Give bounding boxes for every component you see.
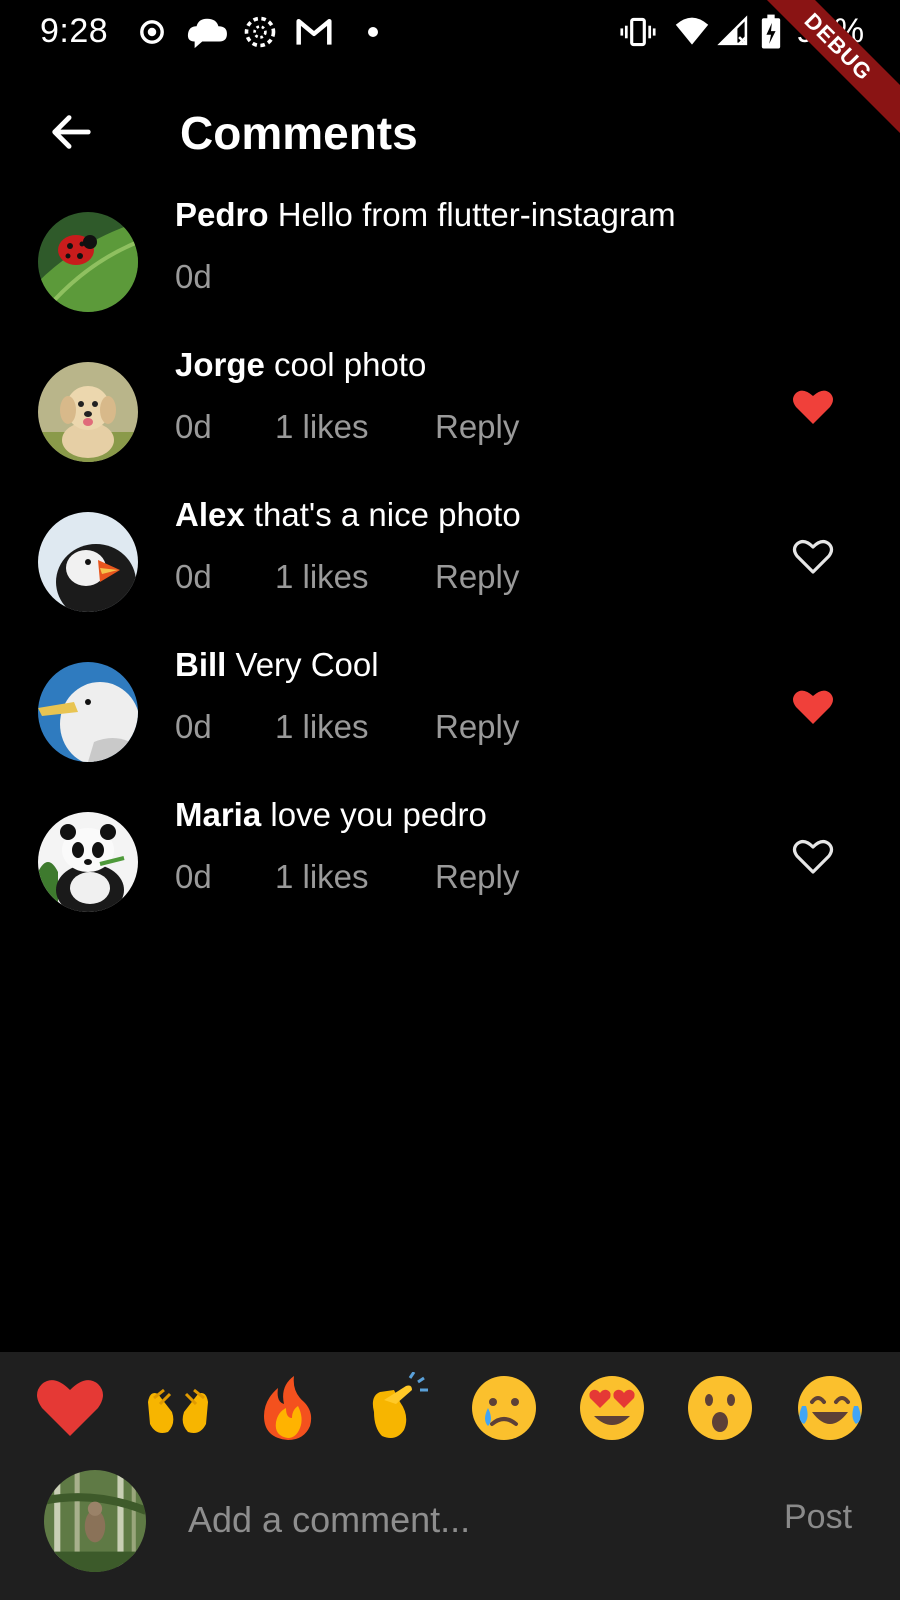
wifi-icon	[672, 12, 712, 52]
heart-emoji-button[interactable]	[32, 1370, 108, 1446]
comment-time: 0d	[175, 258, 212, 295]
crying-face-emoji-button[interactable]	[466, 1370, 542, 1446]
comment-time: 0d	[175, 408, 212, 445]
cloud-chat-icon	[184, 12, 230, 52]
comment-body: Hello from flutter-instagram	[268, 196, 676, 233]
comment-composer: Post	[0, 1470, 900, 1580]
notification-dot	[368, 27, 378, 37]
heart-eyes-emoji-button[interactable]	[574, 1370, 650, 1446]
comment-input[interactable]	[188, 1492, 748, 1548]
comment-time: 0d	[175, 708, 212, 745]
emoji-reaction-bar	[0, 1370, 900, 1446]
tears-of-joy-emoji-button[interactable]	[792, 1370, 868, 1446]
comment-likes[interactable]: 1 likes	[275, 558, 435, 596]
app-bar: Comments	[0, 90, 900, 174]
comment-likes[interactable]: 1 likes	[275, 708, 435, 746]
heart-outline-icon[interactable]	[792, 538, 834, 576]
avatar[interactable]	[38, 212, 138, 312]
comment-body: that's a nice photo	[244, 496, 521, 533]
vibrate-icon	[618, 12, 658, 52]
battery-charging-icon	[756, 12, 786, 52]
comment-list: Pedro Hello from flutter-instagram 0d Jo…	[0, 190, 900, 940]
current-user-avatar[interactable]	[44, 1470, 146, 1572]
post-button[interactable]: Post	[784, 1498, 852, 1537]
page-title: Comments	[180, 107, 418, 159]
comment-body: love you pedro	[261, 796, 487, 833]
avatar[interactable]	[38, 512, 138, 612]
avatar[interactable]	[38, 362, 138, 462]
comment-item: Pedro Hello from flutter-instagram 0d	[0, 190, 900, 340]
comment-body: cool photo	[264, 346, 427, 383]
reply-button[interactable]: Reply	[435, 858, 519, 896]
comment-item: Alex that's a nice photo 0d 1 likes Repl…	[0, 490, 900, 640]
back-button[interactable]	[36, 104, 106, 160]
reply-button[interactable]: Reply	[435, 408, 519, 446]
arrow-left-icon	[52, 115, 91, 149]
comment-composer-panel: Post	[0, 1352, 900, 1600]
comment-username[interactable]: Jorge	[175, 346, 265, 383]
comment-item: Bill Very Cool 0d 1 likes Reply	[0, 640, 900, 790]
comment-likes[interactable]: 1 likes	[275, 858, 435, 896]
surprised-face-emoji-button[interactable]	[682, 1370, 758, 1446]
dotted-circle-icon	[240, 12, 280, 52]
fire-emoji-button[interactable]	[250, 1370, 326, 1446]
status-bar: 9:28 91% DEBUG	[0, 0, 900, 137]
comment-username[interactable]: Bill	[175, 646, 226, 683]
comment-username[interactable]: Alex	[175, 496, 245, 533]
heart-filled-icon[interactable]	[792, 688, 834, 726]
gmail-icon	[292, 12, 336, 52]
reply-button[interactable]: Reply	[435, 708, 519, 746]
heart-filled-icon[interactable]	[792, 388, 834, 426]
comment-item: Jorge cool photo 0d 1 likes Reply	[0, 340, 900, 490]
status-time: 9:28	[40, 12, 109, 50]
comment-username[interactable]: Maria	[175, 796, 261, 833]
signal-icon	[714, 12, 754, 52]
comment-username[interactable]: Pedro	[175, 196, 269, 233]
reply-button[interactable]: Reply	[435, 558, 519, 596]
clapping-hands-emoji-button[interactable]	[358, 1370, 434, 1446]
raising-hands-emoji-button[interactable]	[140, 1370, 216, 1446]
avatar[interactable]	[38, 812, 138, 912]
comment-time: 0d	[175, 558, 212, 595]
comment-item: Maria love you pedro 0d 1 likes Reply	[0, 790, 900, 940]
heart-outline-icon[interactable]	[792, 838, 834, 876]
comment-likes[interactable]: 1 likes	[275, 408, 435, 446]
comment-time: 0d	[175, 858, 212, 895]
avatar[interactable]	[38, 662, 138, 762]
target-icon	[132, 12, 172, 52]
comment-body: Very Cool	[226, 646, 379, 683]
